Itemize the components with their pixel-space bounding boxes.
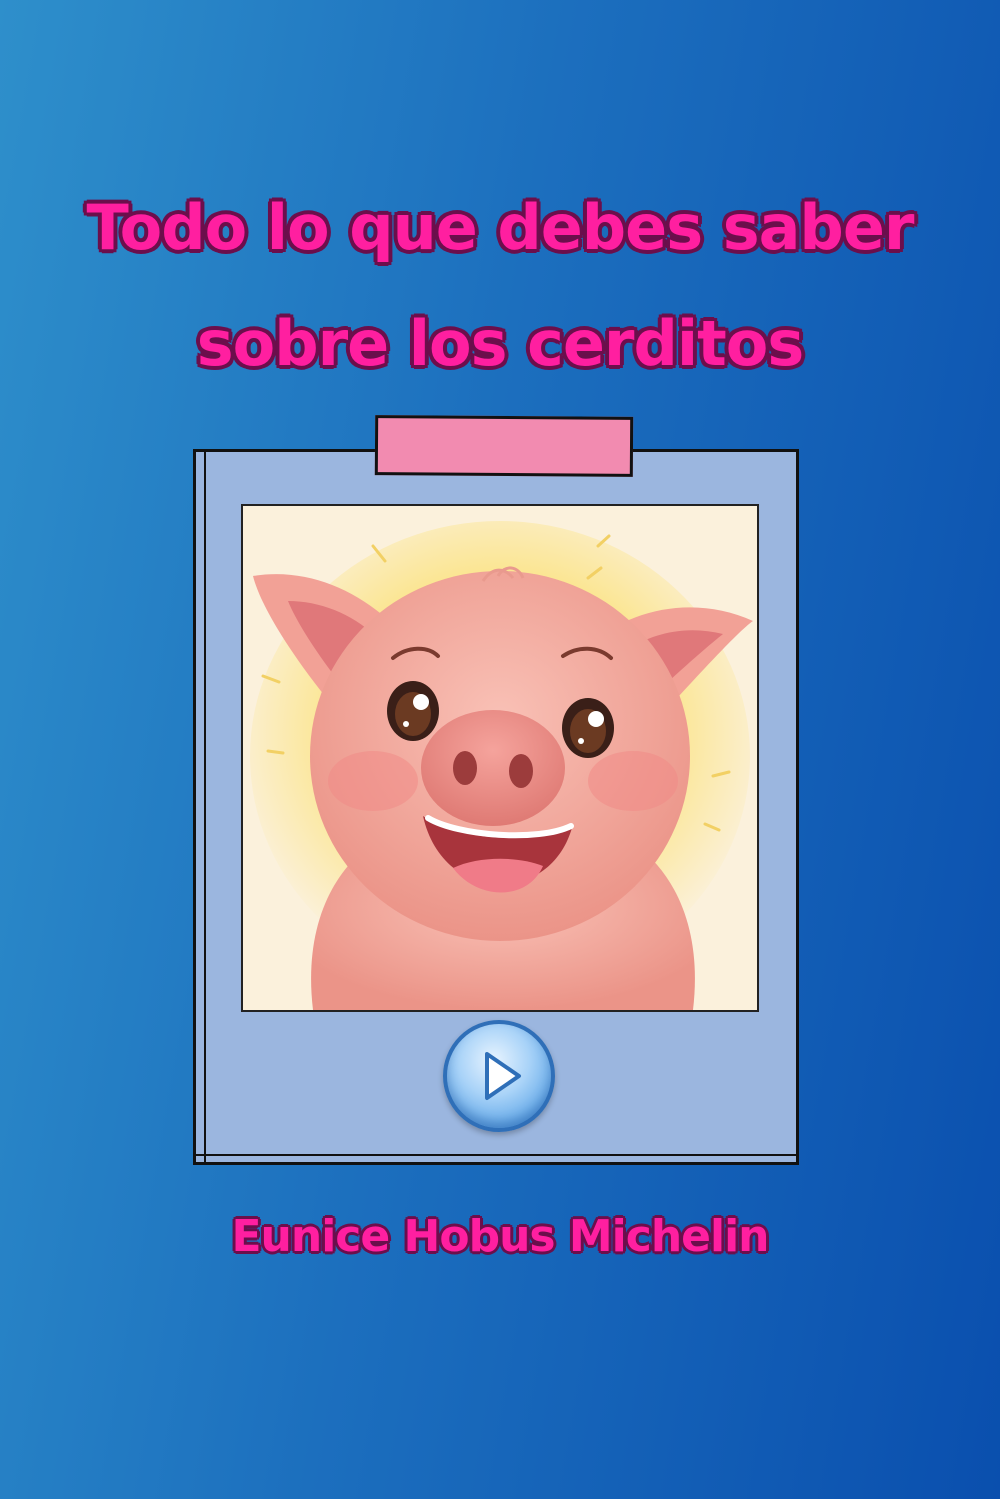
photo-frame: [193, 449, 799, 1165]
tape-strip: [374, 415, 634, 477]
pig-image: [243, 506, 757, 1010]
pig-illustration: [241, 504, 759, 1012]
frame-bottom-line: [196, 1154, 796, 1156]
play-icon: [485, 1052, 521, 1100]
title-line-1: Todo lo que debes saber: [86, 191, 915, 264]
book-title: Todo lo que debes saber sobre los cerdit…: [0, 170, 1000, 402]
author-name: Eunice Hobus Michelin: [231, 1211, 769, 1262]
title-line-2: sobre los cerditos: [196, 307, 805, 380]
frame-edge-line: [204, 452, 206, 1162]
play-button[interactable]: [443, 1020, 555, 1132]
